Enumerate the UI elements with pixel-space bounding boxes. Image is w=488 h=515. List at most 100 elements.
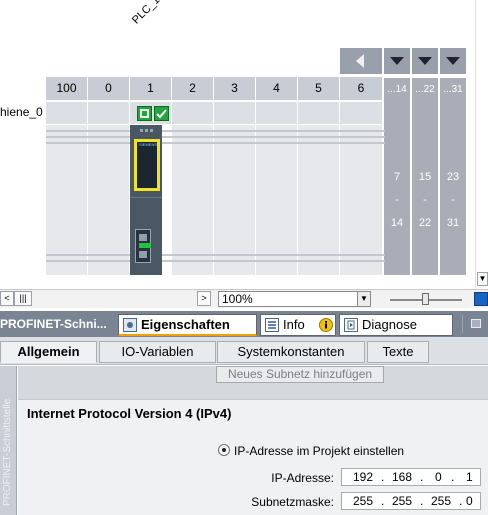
overview-icon[interactable]: [474, 292, 488, 306]
rack-stripe: [46, 130, 385, 132]
ip-dot: .: [420, 470, 424, 484]
tab-system-constants[interactable]: Systemkonstanten: [217, 341, 365, 363]
mask-dot: .: [459, 494, 463, 508]
rail-slot[interactable]: [214, 102, 256, 124]
tab-texts[interactable]: Texte: [367, 341, 429, 363]
navigation-strip[interactable]: PROFINET-Schnittstelle: [0, 366, 17, 515]
rail-slot[interactable]: [88, 102, 130, 124]
set-ip-in-project-label[interactable]: IP-Adresse im Projekt einstellen: [234, 444, 404, 458]
scroll-down-button[interactable]: ▼: [477, 272, 488, 286]
ip-octet-3[interactable]: 0: [435, 469, 442, 485]
tab-properties[interactable]: Eigenschaften: [118, 314, 257, 336]
section-title-ipv4: Internet Protocol Version 4 (IPv4): [27, 406, 232, 421]
window-icon: [471, 319, 481, 328]
vertical-scrollbar[interactable]: ▼: [475, 0, 488, 288]
cpu-module[interactable]: SIEMENS: [130, 125, 162, 275]
scroll-right-arrow[interactable]: >: [197, 291, 211, 306]
mask-octet-3[interactable]: 255: [431, 493, 451, 509]
expand-group-button-3[interactable]: [440, 48, 467, 74]
device-diagnostics-icon[interactable]: [137, 106, 152, 121]
mask-octet-2[interactable]: 255: [392, 493, 412, 509]
slot-header-5: 5: [298, 77, 340, 100]
rack-slot[interactable]: [256, 125, 298, 275]
ip-dot: .: [451, 470, 455, 484]
ethernet-port-icon[interactable]: [135, 229, 151, 263]
rail-label: hiene_0: [0, 105, 43, 119]
mask-octet-1[interactable]: 255: [353, 493, 373, 509]
rack-slot[interactable]: [214, 125, 256, 275]
mask-dot: .: [420, 494, 424, 508]
ip-octet-2[interactable]: 168: [392, 469, 412, 485]
plc-name-label[interactable]: PLC_1: [130, 0, 162, 26]
scroll-thumb[interactable]: |||: [14, 291, 32, 306]
tab-io-tags[interactable]: IO-Variablen: [99, 341, 216, 363]
tab-properties-label: Eigenschaften: [141, 317, 230, 332]
radio-selected-dot: [222, 448, 226, 452]
rail-slot[interactable]: [46, 102, 88, 124]
ip-address-label: IP-Adresse:: [271, 471, 334, 485]
port-socket: [139, 251, 147, 258]
mask-octet-4[interactable]: 0: [466, 493, 473, 509]
chevron-down-icon: [446, 57, 460, 65]
slot-group-column-1[interactable]: [384, 100, 411, 275]
check-ok-icon: [154, 106, 169, 121]
ip-octet-1[interactable]: 192: [353, 469, 373, 485]
group-range-from: 15: [418, 171, 432, 183]
window-options-button[interactable]: [462, 315, 488, 333]
rack-slot[interactable]: [46, 125, 88, 275]
ip-octet-4[interactable]: 1: [466, 469, 473, 485]
chevron-down-icon: [390, 57, 404, 65]
rack-slot[interactable]: [172, 125, 214, 275]
port-socket: [139, 234, 147, 241]
rack-slot[interactable]: [88, 125, 130, 275]
slot-header-6: 6: [340, 77, 383, 100]
group-range-sep: -: [395, 194, 399, 206]
tab-info-label: Info: [283, 317, 305, 332]
property-tabs: Allgemein IO-Variablen Systemkonstanten …: [0, 337, 488, 365]
tab-info[interactable]: Info: [260, 314, 336, 336]
ip-address-field[interactable]: 192 . 168 . 0 . 1: [341, 468, 481, 486]
zoom-slider-handle[interactable]: [422, 293, 429, 305]
rail-slot[interactable]: [340, 102, 383, 124]
slot-group-column-3[interactable]: [440, 100, 467, 275]
tab-diagnostics-label: Diagnose: [362, 317, 417, 332]
scroll-left-button[interactable]: [340, 48, 383, 74]
cpu-display: SIEMENS: [134, 139, 160, 191]
group-header: ...14: [384, 77, 411, 100]
tab-diagnostics[interactable]: Diagnose: [339, 314, 453, 336]
rail-slot[interactable]: [298, 102, 340, 124]
port-link-indicator: [139, 243, 151, 248]
subnet-mask-label: Subnetzmaske:: [251, 495, 334, 509]
arrow-left-icon: [356, 54, 364, 68]
tab-general[interactable]: Allgemein: [0, 341, 97, 363]
group-range-to: 14: [390, 217, 404, 229]
rail-slot[interactable]: [172, 102, 214, 124]
led-icon: [145, 129, 148, 132]
led-icon: [150, 129, 153, 132]
rack-slot[interactable]: [298, 125, 340, 275]
rack-stripe: [46, 142, 385, 144]
set-ip-in-project-radio[interactable]: [218, 444, 230, 456]
group-range-sep: -: [451, 194, 455, 206]
slot-group-column-2[interactable]: [412, 100, 439, 275]
rack-slot[interactable]: [340, 125, 383, 275]
properties-panel: Neues Subnetz hinzufügen Internet Protoc…: [18, 366, 488, 515]
siemens-logo: SIEMENS: [139, 142, 158, 147]
add-new-subnet-button[interactable]: Neues Subnetz hinzufügen: [216, 366, 384, 383]
inspector-window-bar: PROFINET-Schni... Eigenschaften Info Dia…: [0, 311, 488, 337]
expand-group-button-1[interactable]: [384, 48, 411, 74]
expand-group-button-2[interactable]: [412, 48, 439, 74]
slot-header-3: 3: [214, 77, 256, 100]
scroll-left-arrow[interactable]: <: [0, 291, 14, 306]
slot-header-1: 1: [130, 77, 172, 100]
slot-header-100: 100: [46, 77, 88, 100]
mask-dot: .: [381, 494, 385, 508]
group-range-sep: -: [423, 194, 427, 206]
chevron-down-icon: [418, 57, 432, 65]
zoom-select[interactable]: 100%: [218, 291, 360, 307]
subnet-mask-field[interactable]: 255 . 255 . 255 . 0: [341, 492, 481, 510]
device-view[interactable]: PLC_1 ...14 ...22 ...31 7 - 14 15 - 22 2…: [0, 0, 488, 288]
navigation-strip-label: PROFINET-Schnittstelle: [2, 398, 13, 506]
rail-slot[interactable]: [256, 102, 298, 124]
zoom-dropdown-button[interactable]: ▼: [357, 291, 371, 307]
